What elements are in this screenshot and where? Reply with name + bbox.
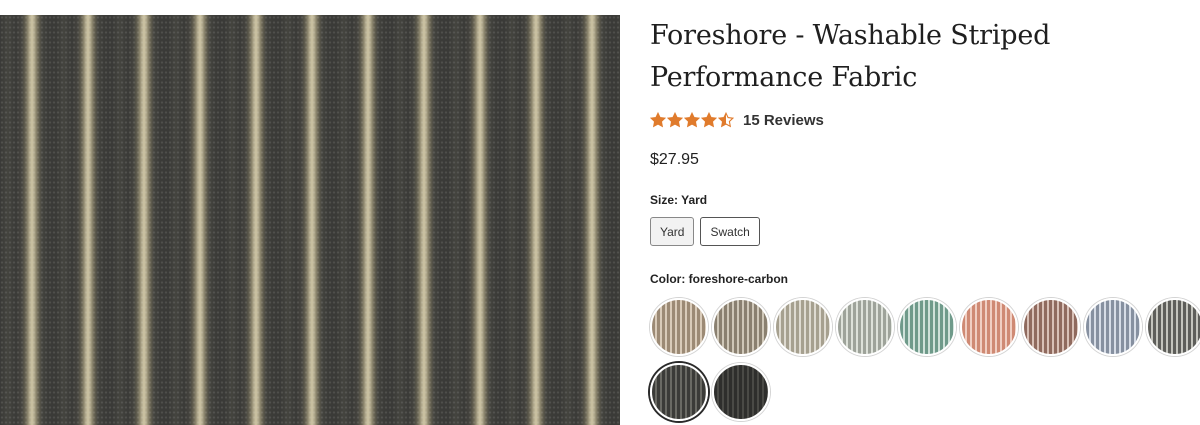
rating-row: 15 Reviews	[650, 111, 1190, 129]
color-label: Color: foreshore-carbon	[650, 272, 789, 286]
color-swatch-black[interactable]	[712, 363, 770, 421]
color-swatch-rust[interactable]	[1022, 298, 1080, 356]
color-swatch-stone[interactable]	[774, 298, 832, 356]
color-swatch-tan[interactable]	[650, 298, 708, 356]
color-swatches	[650, 298, 1200, 421]
product-image	[0, 15, 620, 425]
color-swatch-taupe[interactable]	[712, 298, 770, 356]
product-details: Foreshore - Washable Striped Performance…	[650, 15, 1200, 421]
color-swatch-sage-grey[interactable]	[836, 298, 894, 356]
star-full-icon	[650, 112, 666, 128]
product-title: Foreshore - Washable Striped Performance…	[650, 20, 1051, 93]
star-rating	[650, 112, 735, 128]
price: $27.95	[650, 151, 699, 168]
color-swatch-coral[interactable]	[960, 298, 1018, 356]
color-swatch-carbon[interactable]	[650, 363, 708, 421]
star-full-icon	[667, 112, 683, 128]
size-options: Yard Swatch	[650, 217, 1190, 246]
size-label: Size: Yard	[650, 193, 708, 207]
reviews-link[interactable]: 15 Reviews	[743, 112, 824, 129]
star-half-icon	[718, 112, 734, 128]
color-swatch-slate-blue[interactable]	[1084, 298, 1142, 356]
color-swatch-charcoal-stripe[interactable]	[1146, 298, 1200, 356]
size-option-swatch[interactable]: Swatch	[700, 217, 760, 246]
star-full-icon	[701, 112, 717, 128]
size-option-yard[interactable]: Yard	[650, 217, 695, 246]
color-swatch-seafoam[interactable]	[898, 298, 956, 356]
star-full-icon	[684, 112, 700, 128]
